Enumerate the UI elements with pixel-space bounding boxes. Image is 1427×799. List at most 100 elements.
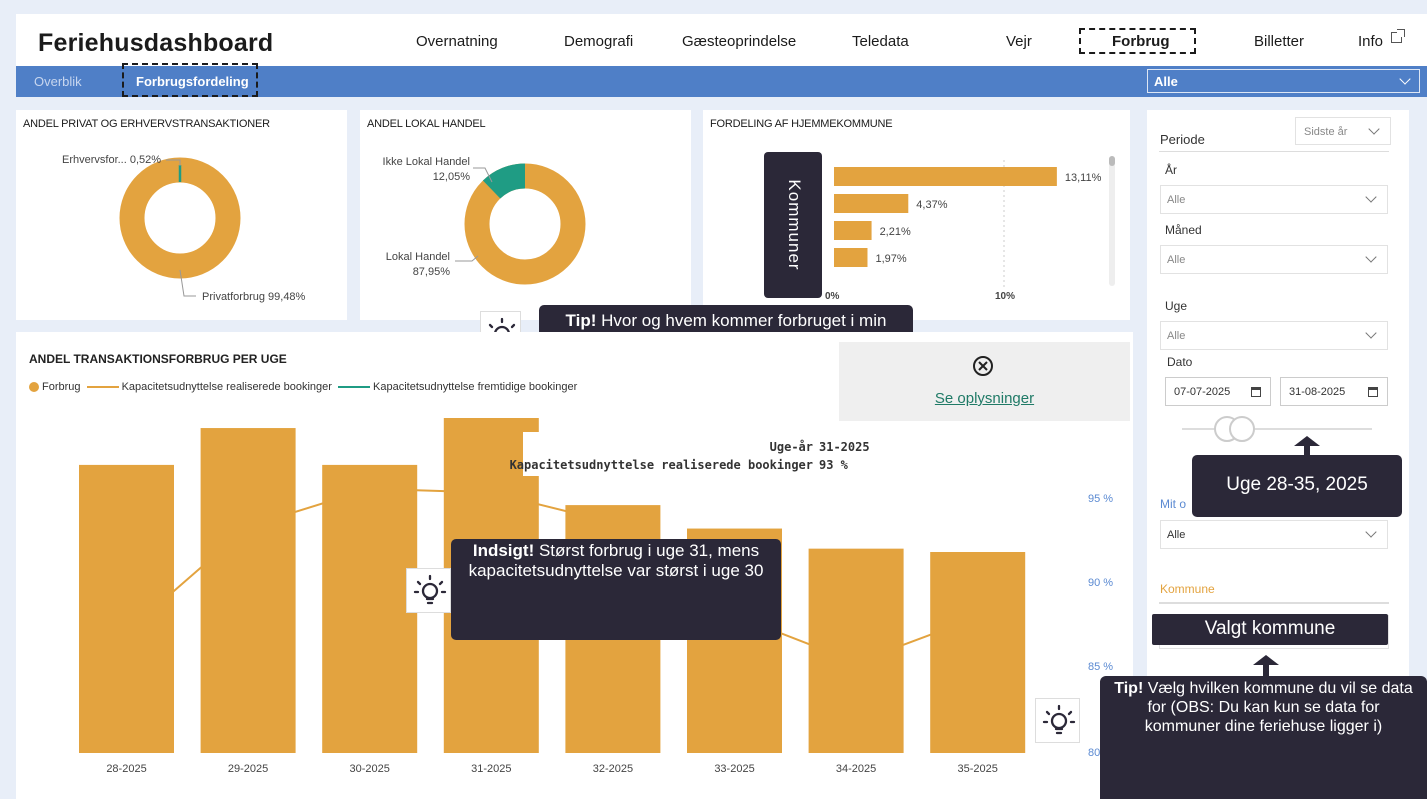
arrow-up-icon	[1294, 436, 1320, 446]
tip-bold: Tip!	[565, 311, 597, 330]
periode-value: Sidste år	[1304, 126, 1348, 138]
scrollbar-thumb[interactable]	[1109, 156, 1115, 166]
nav-teledata[interactable]: Teledata	[852, 33, 909, 50]
uge-select[interactable]: Alle	[1160, 321, 1388, 350]
tooltip-value-week: 31-2025	[819, 440, 870, 454]
date-slider-handle-end[interactable]	[1229, 416, 1255, 442]
dato-from-input[interactable]: 07-07-2025	[1165, 377, 1271, 406]
mit-label: Mit o	[1160, 497, 1187, 511]
donut-chart-lokal-handel	[455, 163, 586, 285]
aar-select[interactable]: Alle	[1160, 185, 1388, 214]
forbrug-bar[interactable]	[200, 428, 296, 753]
nav-info[interactable]: Info	[1358, 29, 1406, 50]
donut-label-ikke-lokal-name: Ikke Lokal Handel	[382, 156, 470, 168]
chevron-down-icon	[1365, 327, 1377, 339]
date-slider-track[interactable]	[1182, 428, 1372, 430]
forbrug-bar[interactable]	[930, 552, 1026, 753]
aar-value: Alle	[1167, 194, 1186, 206]
nav-info-label: Info	[1358, 33, 1384, 50]
donut-label-erhverv: Erhvervsfor... 0,52%	[62, 154, 162, 166]
uge-label: Uge	[1165, 299, 1188, 313]
donut-label-privat: Privatforbrug 99,48%	[202, 291, 306, 303]
kommuner-overlay-label: Kommuner	[785, 179, 804, 271]
chevron-down-icon	[1368, 123, 1380, 135]
insight-callout: Indsigt! Størst forbrug i uge 31, mens k…	[451, 539, 781, 640]
uge-callout: Uge 28-35, 2025	[1192, 455, 1402, 517]
forbrug-bar[interactable]	[79, 464, 174, 753]
forbrug-bar[interactable]	[808, 548, 904, 753]
hjemkommune-bar-label: 1,97%	[875, 253, 906, 265]
hjemkommune-bar[interactable]	[834, 248, 868, 267]
chevron-down-icon	[1365, 526, 1377, 538]
chevron-down-icon	[1365, 191, 1377, 203]
maaned-select[interactable]: Alle	[1160, 245, 1388, 274]
uge-value: Alle	[1167, 330, 1186, 342]
kommune-label: Kommune	[1160, 582, 1215, 596]
global-filter-value: Alle	[1154, 74, 1178, 89]
sub-navigation: Overblik Forbrugsfordeling Alle	[16, 63, 1427, 97]
hjemkommune-bar-label: 13,11%	[1065, 172, 1102, 184]
calendar-icon[interactable]	[1368, 387, 1378, 397]
tip2-bold: Tip!	[1114, 680, 1144, 697]
tooltip-key-week: Uge-år	[769, 440, 813, 454]
x-tick-label: 31-2025	[471, 763, 511, 775]
right-axis-80: 80	[1088, 747, 1101, 759]
forbrug-bar[interactable]	[322, 464, 418, 753]
global-filter-select[interactable]: Alle	[1147, 69, 1420, 93]
nav-overnatning[interactable]: Overnatning	[416, 33, 498, 50]
x-tick-label: 30-2025	[350, 763, 390, 775]
tooltip-value-capacity: 93 %	[819, 458, 848, 472]
dato-label: Dato	[1167, 355, 1193, 369]
mit-select[interactable]: Alle	[1160, 520, 1388, 549]
nav-billetter[interactable]: Billetter	[1254, 33, 1304, 50]
tip2-text: Vælg hvilken kommune du vil se data for …	[1143, 680, 1413, 735]
donut-label-lokal-value: 87,95%	[412, 266, 450, 278]
x-tick-label: 32-2025	[593, 763, 633, 775]
tip-callout-kommune: Tip! Vælg hvilken kommune du vil se data…	[1100, 676, 1427, 799]
external-link-icon	[1391, 29, 1406, 43]
card-privat-erhverv: ANDEL PRIVAT OG ERHVERVSTRANSAKTIONER Er…	[16, 110, 347, 320]
dato-to-value: 31-08-2025	[1289, 386, 1346, 398]
mit-value: Alle	[1167, 529, 1186, 541]
periode-select[interactable]: Sidste år	[1295, 117, 1391, 145]
periode-label: Periode	[1160, 132, 1205, 147]
card-lokal-handel: ANDEL LOKAL HANDEL Ikke Lokal Handel 12,…	[360, 110, 691, 320]
nav-vejr[interactable]: Vejr	[1006, 33, 1032, 50]
maaned-label: Måned	[1165, 223, 1202, 237]
hjemkommune-bar[interactable]	[834, 167, 1057, 186]
insight-bold: Indsigt!	[472, 541, 535, 560]
nav-demografi[interactable]: Demografi	[564, 33, 633, 50]
tab-overblik[interactable]: Overblik	[34, 74, 82, 89]
hjemkommune-bar-label: 4,37%	[916, 199, 947, 211]
donut-chart-privat-erhverv	[119, 157, 241, 297]
highlight-frame	[1079, 28, 1196, 54]
calendar-icon[interactable]	[1251, 387, 1261, 397]
arrow-up-icon	[1253, 655, 1279, 665]
axis-label-10: 10%	[995, 291, 1016, 302]
lightbulb-icon-box	[1035, 698, 1080, 743]
donut-label-ikke-lokal-value: 12,05%	[432, 171, 470, 183]
lightbulb-icon-box	[406, 568, 451, 613]
tooltip-key-capacity: Kapacitetsudnyttelse realiserede booking…	[509, 458, 813, 472]
maaned-value: Alle	[1167, 254, 1186, 266]
info-panel: Se oplysninger	[839, 342, 1130, 421]
donut-slice-lokal[interactable]	[464, 163, 586, 285]
see-details-link[interactable]: Se oplysninger	[839, 390, 1130, 407]
kommuner-overlay: Kommuner	[764, 152, 822, 298]
x-tick-label: 28-2025	[106, 763, 146, 775]
valgt-kommune-callout: Valgt kommune	[1152, 614, 1388, 645]
dato-to-input[interactable]: 31-08-2025	[1280, 377, 1388, 406]
right-axis-85: 85 %	[1088, 661, 1114, 673]
x-tick-label: 29-2025	[228, 763, 268, 775]
hjemkommune-bar[interactable]	[834, 221, 872, 240]
donut-slice-privatforbrug[interactable]	[119, 157, 241, 279]
x-tick-label: 35-2025	[958, 763, 998, 775]
donut-slice-ikke-lokal[interactable]	[482, 163, 526, 199]
close-icon[interactable]	[971, 354, 995, 378]
scrollbar-track[interactable]	[1109, 156, 1115, 286]
card-hjemmekommune: FORDELING AF HJEMMEKOMMUNE 13,11% 4,37% 2,…	[703, 110, 1130, 320]
nav-gaesteoprindelse[interactable]: Gæsteoprindelse	[682, 33, 796, 50]
hjemkommune-bar[interactable]	[834, 194, 909, 213]
chart-tooltip: Uge-år 31-2025 Kapacitetsudnyttelse real…	[510, 432, 913, 476]
dato-from-value: 07-07-2025	[1174, 386, 1231, 398]
